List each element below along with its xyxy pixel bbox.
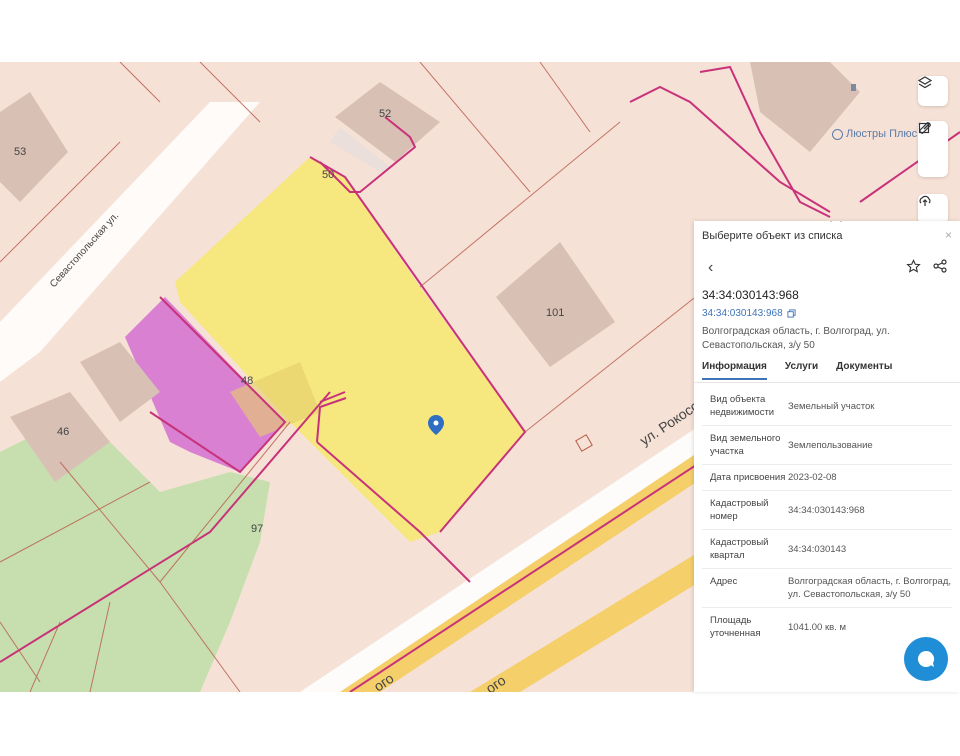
close-icon[interactable]: ×	[945, 228, 952, 242]
share-icon[interactable]	[933, 259, 947, 273]
edit-icon	[918, 122, 931, 134]
row-key: Кадастровый номер	[710, 498, 769, 522]
parcel-label-53: 53	[14, 146, 26, 158]
upload-button[interactable]	[918, 194, 948, 224]
upload-icon	[919, 195, 931, 206]
row-key: Дата присвоения	[710, 472, 786, 483]
tab-documents[interactable]: Документы	[836, 359, 892, 380]
panel-tabs: Информация Услуги Документы	[702, 359, 910, 380]
row-value: Волгоградская область, г. Волгоград, ул.…	[788, 576, 951, 600]
table-row: Кадастровый номер 34:34:030143:968	[702, 491, 952, 530]
poi-label[interactable]: Люстры Плюс	[832, 128, 917, 140]
row-value: Землепользование	[788, 439, 873, 451]
parcel-label-97: 97	[251, 523, 263, 535]
panel-header-title: Выберите объект из списка	[702, 230, 843, 242]
row-key: Адрес	[710, 576, 738, 587]
object-info-panel: ⋮⋮ Выберите объект из списка × ‹ 34:34:0…	[694, 221, 960, 692]
draw-tools-group	[918, 121, 948, 177]
cadastral-number-link[interactable]: 34:34:030143:968	[702, 308, 796, 319]
tabs-divider	[694, 382, 960, 383]
row-key: Площадь уточненная	[710, 615, 761, 639]
row-value: 34:34:030143	[788, 543, 847, 555]
chat-icon	[917, 650, 935, 667]
tab-information[interactable]: Информация	[702, 359, 767, 380]
row-key: Вид земельного участка	[710, 433, 781, 457]
table-row: Вид земельного участка Землепользование	[702, 426, 952, 465]
poi-icon	[832, 128, 843, 140]
info-table: Вид объекта недвижимости Земельный участо…	[702, 387, 952, 646]
cadastral-link-text[interactable]: 34:34:030143:968	[702, 308, 783, 319]
row-value: 2023-02-08	[788, 472, 837, 483]
row-value: 34:34:030143:968	[788, 504, 865, 516]
address-summary: Волгоградская область, г. Волгоград, ул.…	[702, 326, 890, 351]
row-key: Кадастровый квартал	[710, 537, 769, 561]
back-button[interactable]: ‹	[708, 259, 713, 277]
parcel-label-46: 46	[57, 426, 69, 438]
drag-handle-icon[interactable]: ⋮⋮	[826, 221, 846, 224]
parcel-label-101: 101	[546, 307, 564, 319]
poi-name: Люстры Плюс	[846, 128, 918, 140]
row-value: Земельный участок	[788, 400, 875, 412]
parcel-label-52: 52	[379, 108, 391, 120]
table-row: Кадастровый квартал 34:34:030143	[702, 530, 952, 569]
edit-button[interactable]	[918, 122, 948, 177]
cadastral-number-title: 34:34:030143:968	[702, 288, 799, 302]
table-row: Адрес Волгоградская область, г. Волгоград…	[702, 569, 952, 608]
layers-button[interactable]	[918, 76, 948, 106]
row-key: Вид объекта недвижимости	[710, 394, 775, 418]
chat-button[interactable]	[904, 637, 948, 681]
table-row: Вид объекта недвижимости Земельный участо…	[702, 387, 952, 426]
table-row: Дата присвоения 2023-02-08	[702, 465, 952, 491]
copy-icon[interactable]	[787, 309, 796, 318]
parcel-label-50: 50	[322, 169, 334, 181]
parcel-label-48: 48	[241, 375, 253, 387]
tab-services[interactable]: Услуги	[785, 359, 818, 380]
star-icon[interactable]	[906, 259, 921, 274]
layers-icon	[918, 76, 932, 89]
